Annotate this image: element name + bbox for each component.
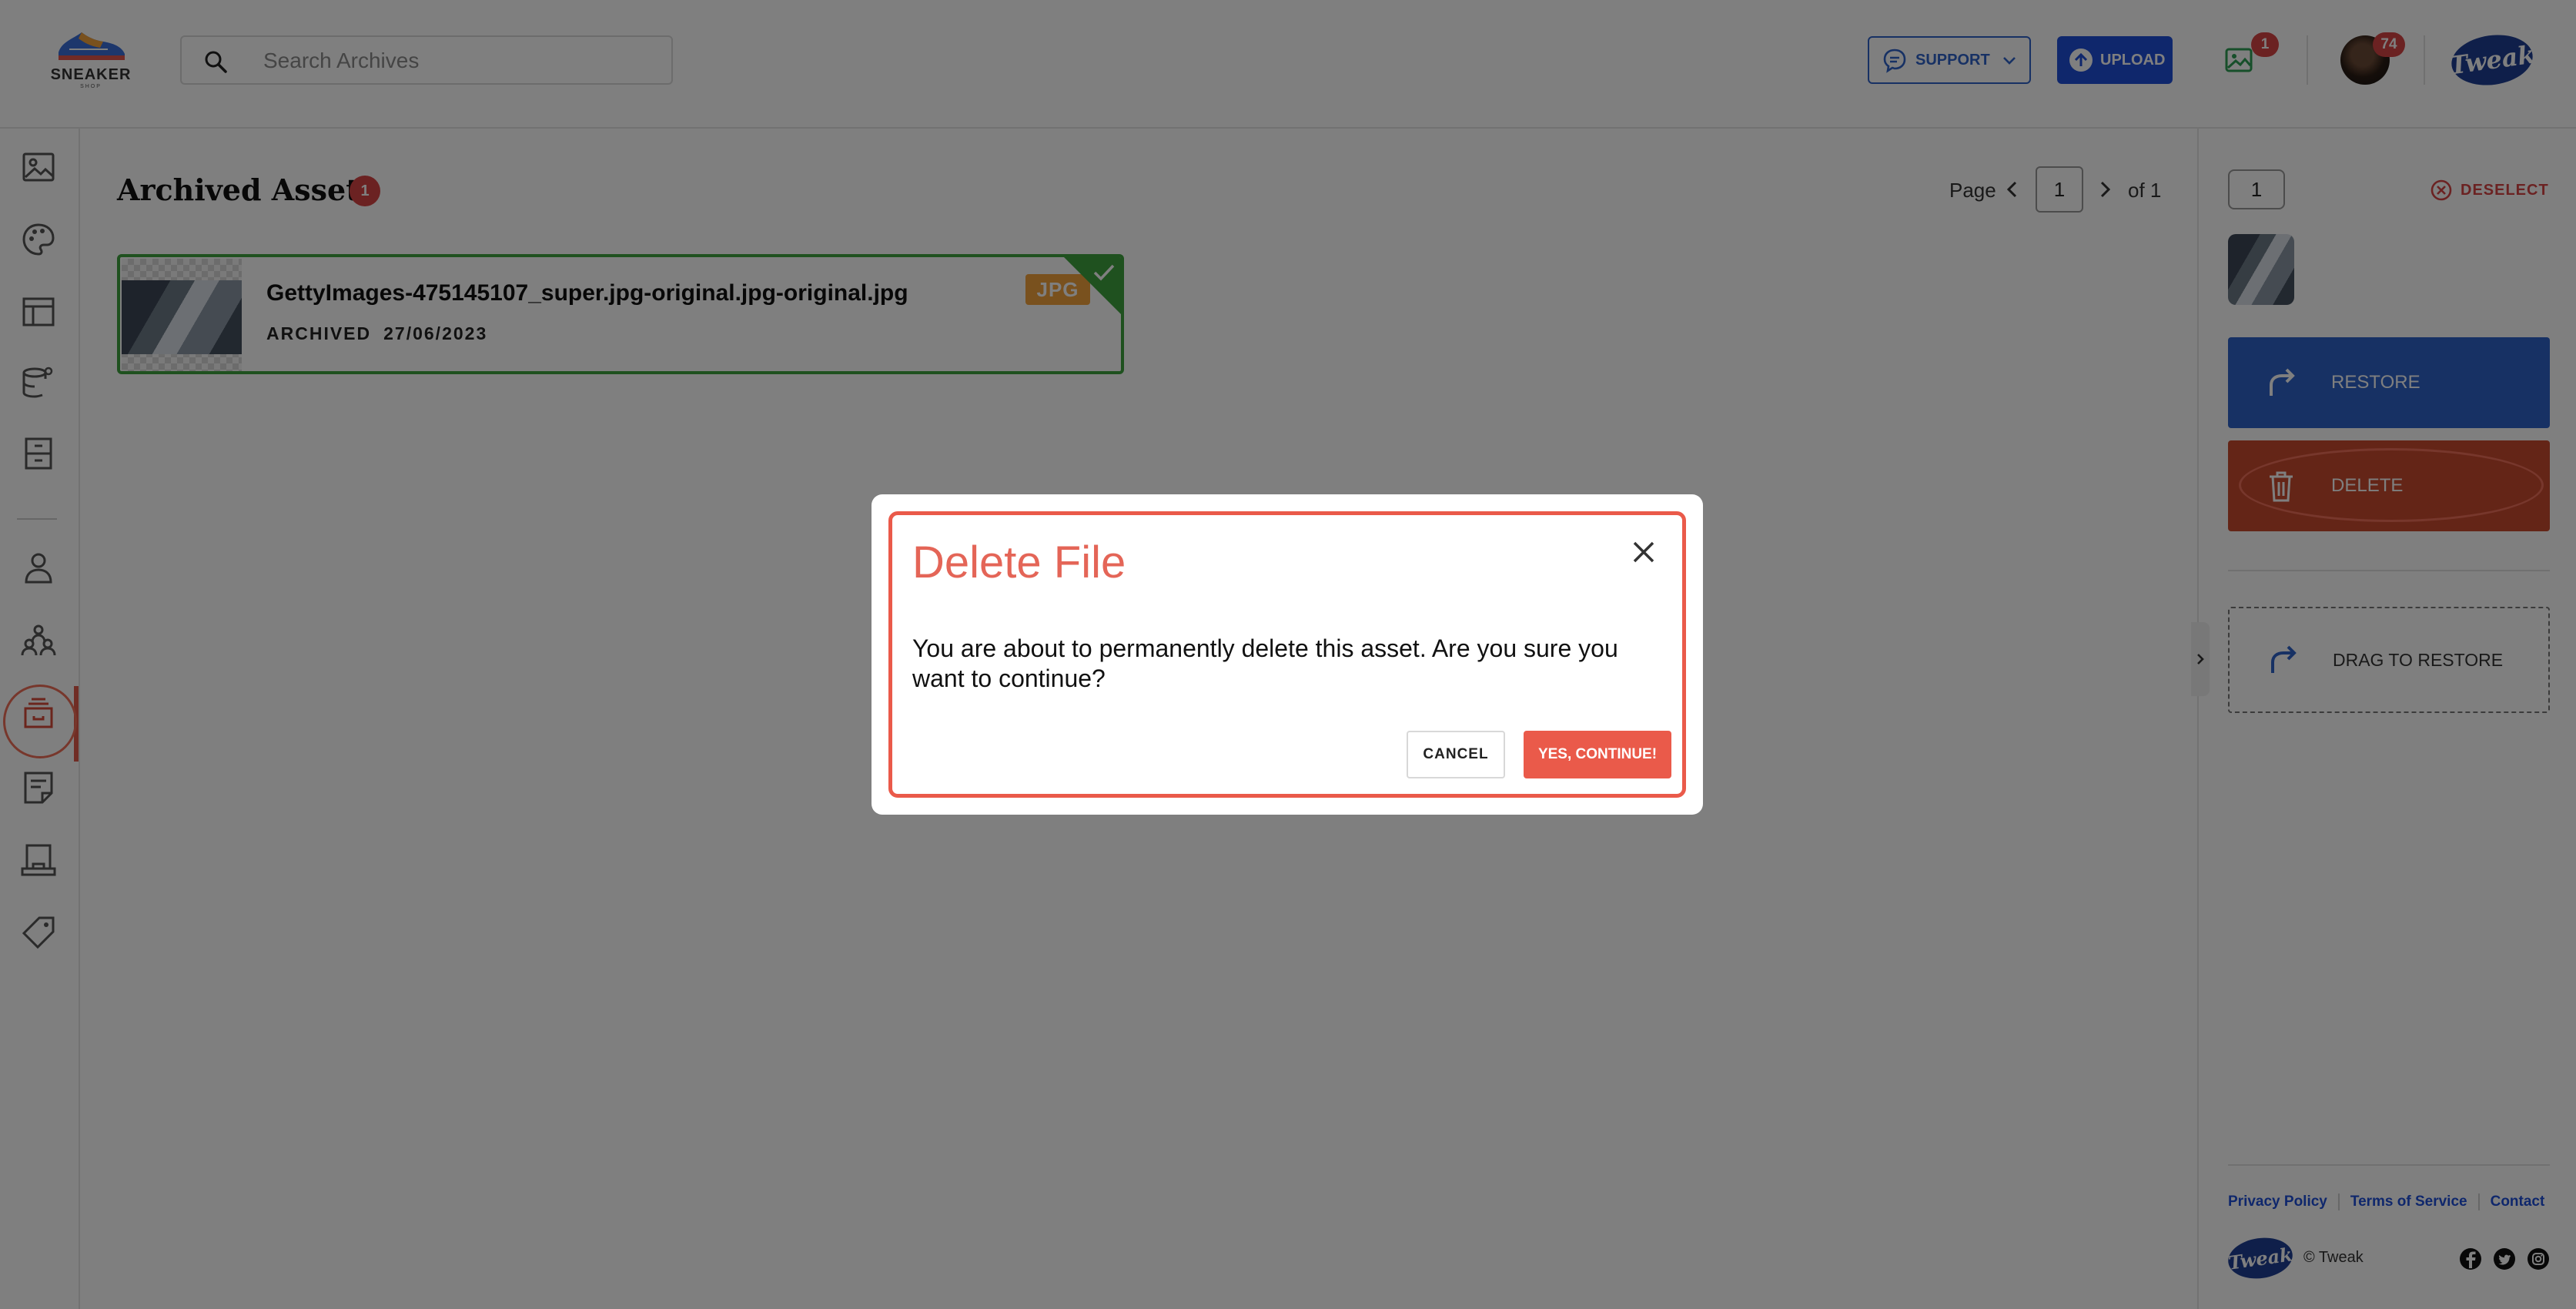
cancel-button[interactable]: CANCEL bbox=[1407, 731, 1505, 778]
dialog-frame: Delete File You are about to permanently… bbox=[888, 511, 1686, 798]
dialog-message: You are about to permanently delete this… bbox=[912, 634, 1618, 692]
dialog-title: Delete File bbox=[912, 537, 1126, 588]
close-icon[interactable] bbox=[1628, 537, 1659, 567]
confirm-delete-button[interactable]: YES, CONTINUE! bbox=[1524, 731, 1671, 778]
delete-file-dialog: Delete File You are about to permanently… bbox=[871, 494, 1703, 815]
